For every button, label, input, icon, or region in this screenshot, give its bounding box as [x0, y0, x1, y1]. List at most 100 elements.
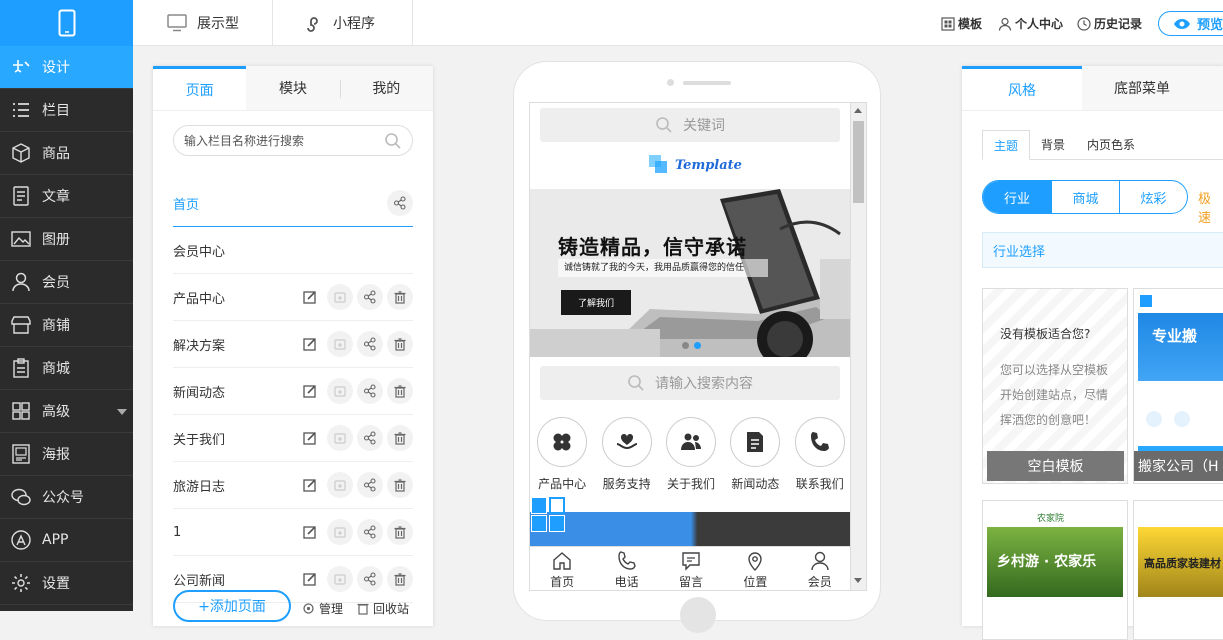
preview-button[interactable]: 预览 — [1158, 11, 1223, 36]
share-button[interactable] — [357, 378, 383, 404]
delete-button[interactable] — [387, 519, 413, 545]
sidebar-item-7[interactable]: 商城 — [0, 347, 133, 390]
page-search-input[interactable] — [184, 133, 374, 148]
scroll-down-arrow[interactable] — [854, 578, 862, 583]
search-icon[interactable] — [384, 132, 402, 150]
edit-button[interactable] — [297, 378, 323, 404]
delete-button[interactable] — [387, 331, 413, 357]
segment-mall[interactable]: 商城 — [1051, 181, 1119, 213]
quick-link-item[interactable]: 新闻动态 — [723, 417, 787, 492]
share-button[interactable] — [357, 519, 383, 545]
share-button[interactable] — [357, 472, 383, 498]
mobile-scrollbar[interactable] — [851, 102, 867, 591]
tab-pages[interactable]: 页面 — [153, 66, 247, 110]
edit-button[interactable] — [297, 284, 323, 310]
industry-select[interactable]: 行业选择 — [982, 232, 1223, 268]
edit-button[interactable] — [297, 566, 323, 592]
copy-button[interactable] — [327, 472, 353, 498]
scrollbar-thumb[interactable] — [853, 121, 864, 203]
sidebar-item-9[interactable]: 海报 — [0, 433, 133, 476]
tab-bottom-menu[interactable]: 底部菜单 — [1082, 66, 1202, 110]
delete-button[interactable] — [387, 566, 413, 592]
page-list-item[interactable]: 旅游日志 — [173, 462, 413, 509]
delete-button[interactable] — [387, 284, 413, 310]
mobile-top-search[interactable]: 关键词 — [540, 108, 840, 142]
mobile-tab-3[interactable]: 位置 — [725, 547, 785, 590]
add-page-button[interactable]: +添加页面 — [173, 590, 291, 622]
template-card-building-materials[interactable]: 高品质家装建材 — [1133, 500, 1223, 640]
template-card-farm-tour[interactable]: 农家院 乡村游 · 农家乐 — [982, 500, 1128, 640]
history-link[interactable]: 历史记录 — [1077, 15, 1142, 32]
page-list-item[interactable]: 首页 — [173, 180, 413, 227]
sidebar-item-1[interactable]: 栏目 — [0, 89, 133, 132]
site-logo[interactable]: Template — [649, 155, 742, 175]
share-button[interactable] — [357, 566, 383, 592]
share-button[interactable] — [357, 425, 383, 451]
segment-industry[interactable]: 行业 — [983, 181, 1051, 213]
recycle-bin-button[interactable]: 回收站 — [357, 600, 409, 617]
sidebar-item-2[interactable]: 商品 — [0, 132, 133, 175]
page-list-item[interactable]: 解决方案 — [173, 321, 413, 368]
subtab-inner-color[interactable]: 内页色系 — [1076, 130, 1146, 159]
manage-button[interactable]: 管理 — [302, 600, 343, 617]
sidebar-item-12[interactable]: 设置 — [0, 562, 133, 605]
copy-button[interactable] — [327, 331, 353, 357]
scroll-up-arrow[interactable] — [854, 108, 862, 113]
mobile-device-logo[interactable] — [0, 0, 133, 46]
tab-style[interactable]: 风格 — [962, 66, 1082, 110]
share-button[interactable] — [357, 331, 383, 357]
segment-colorful[interactable]: 炫彩 — [1119, 181, 1187, 213]
mobile-tab-1[interactable]: 电话 — [597, 547, 657, 590]
quick-link-item[interactable]: 关于我们 — [659, 417, 723, 492]
quick-link-item[interactable]: 产品中心 — [530, 417, 594, 492]
module-select-handle[interactable] — [549, 515, 565, 532]
sidebar-item-4[interactable]: 图册 — [0, 218, 133, 261]
delete-button[interactable] — [387, 378, 413, 404]
copy-button[interactable] — [327, 566, 353, 592]
sidebar-item-10[interactable]: 公众号 — [0, 476, 133, 519]
delete-button[interactable] — [387, 425, 413, 451]
page-list-item[interactable]: 会员中心 — [173, 227, 413, 274]
module-select-handle[interactable] — [531, 497, 547, 514]
sidebar-item-6[interactable]: 商铺 — [0, 304, 133, 347]
template-link[interactable]: 模板 — [941, 15, 982, 32]
page-list-item[interactable]: 关于我们 — [173, 415, 413, 462]
tab-display-type[interactable]: 展示型 — [133, 0, 273, 46]
edit-button[interactable] — [297, 425, 323, 451]
banner-dot[interactable] — [682, 342, 689, 349]
quick-link-item[interactable]: 联系我们 — [788, 417, 850, 492]
share-button[interactable] — [387, 190, 413, 216]
copy-button[interactable] — [327, 425, 353, 451]
quick-link-item[interactable]: 服务支持 — [595, 417, 659, 492]
subtab-background[interactable]: 背景 — [1030, 130, 1076, 159]
sidebar-item-11[interactable]: APP — [0, 519, 133, 562]
tab-mini-program[interactable]: 小程序 — [273, 0, 413, 46]
page-list-item[interactable]: 新闻动态 — [173, 368, 413, 415]
mobile-tab-0[interactable]: 首页 — [532, 547, 592, 590]
mobile-tab-4[interactable]: 会员 — [790, 547, 850, 590]
sidebar-item-8[interactable]: 高级 — [0, 390, 133, 433]
copy-button[interactable] — [327, 284, 353, 310]
blank-template-card[interactable]: 没有模板适合您? 您可以选择从空模板 开始创建站点，尽情 挥洒您的创意吧！ 空白… — [982, 288, 1128, 484]
segment-fast[interactable]: 极速 — [1198, 188, 1223, 226]
share-button[interactable] — [357, 284, 383, 310]
delete-button[interactable] — [387, 472, 413, 498]
module-select-handle[interactable] — [549, 497, 565, 514]
mobile-content-search[interactable]: 请输入搜索内容 — [540, 366, 840, 400]
hero-banner[interactable]: 铸造精品，信守承诺 诚信铸就了我的今天，我用品质赢得您的信任 了解我们 — [530, 189, 850, 357]
sidebar-item-5[interactable]: 会员 — [0, 261, 133, 304]
banner-dot-active[interactable] — [694, 342, 701, 349]
chevron-down-icon[interactable] — [117, 409, 127, 415]
tab-modules[interactable]: 模块 — [246, 66, 339, 110]
banner-learn-more-button[interactable]: 了解我们 — [561, 290, 631, 315]
edit-button[interactable] — [297, 519, 323, 545]
module-select-handle[interactable] — [531, 515, 547, 532]
subtab-theme[interactable]: 主题 — [982, 130, 1031, 160]
sidebar-item-3[interactable]: 文章 — [0, 175, 133, 218]
page-list-item[interactable]: 产品中心 — [173, 274, 413, 321]
template-card-moving-company[interactable]: 专业搬 搬家公司（H — [1133, 288, 1223, 484]
sidebar-item-0[interactable]: 设计 — [0, 46, 133, 89]
mobile-tab-2[interactable]: 留言 — [661, 547, 721, 590]
personal-center-link[interactable]: 个人中心 — [998, 15, 1063, 32]
tab-mine[interactable]: 我的 — [339, 66, 433, 110]
